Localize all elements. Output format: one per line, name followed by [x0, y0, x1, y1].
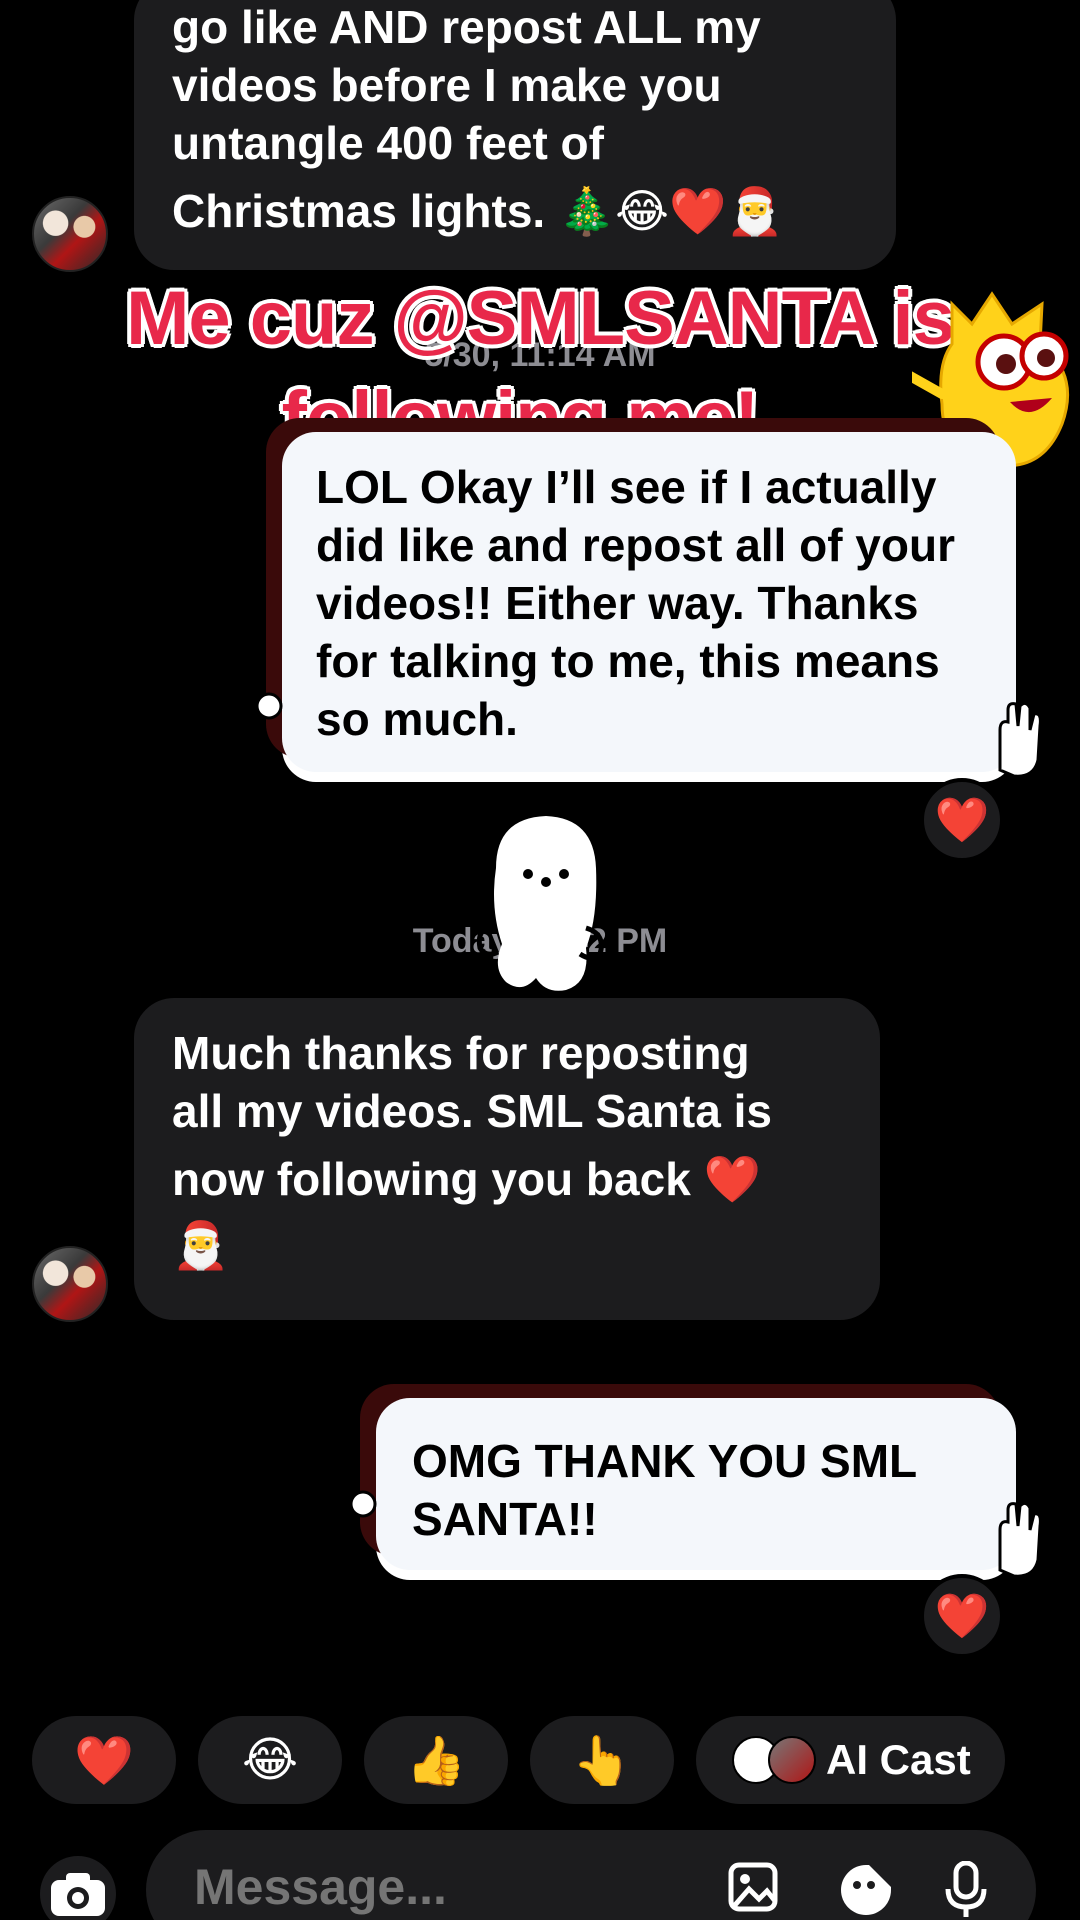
quick-react-heart[interactable]: ❤️: [32, 1716, 176, 1804]
microphone-icon: [945, 1861, 987, 1917]
ai-cast-avatar: [768, 1736, 816, 1784]
ai-cast-button[interactable]: AI Cast: [696, 1716, 1005, 1804]
message-line: Christmas lights. 🎄😂❤️🎅: [172, 185, 784, 237]
message-line: Much thanks for reposting: [172, 1027, 750, 1079]
sticker-button[interactable]: [836, 1860, 896, 1920]
outgoing-message-2[interactable]: OMG THANK YOU SML SANTA!!: [376, 1398, 1016, 1570]
hand-doodle-icon: [998, 701, 1042, 778]
ghost-sticker: [476, 816, 604, 991]
heart-reaction[interactable]: ❤️: [920, 778, 1004, 862]
hand-doodle-icon: [998, 1501, 1042, 1578]
message-line: now following you back ❤️: [172, 1153, 761, 1205]
sender-avatar[interactable]: [32, 196, 108, 272]
camera-button[interactable]: [40, 1856, 116, 1920]
microphone-button[interactable]: [936, 1860, 996, 1920]
hand-doodle-icon: [349, 1490, 377, 1518]
hand-doodle-icon: [255, 692, 283, 720]
quick-reactions-bar: ❤️ 😂 👍 👆 AI Cast: [32, 1716, 1005, 1804]
quick-react-thumbs-up[interactable]: 👍: [364, 1716, 508, 1804]
incoming-message-1[interactable]: go like AND repost ALL my videos before …: [134, 0, 896, 270]
quick-react-laugh[interactable]: 😂: [198, 1716, 342, 1804]
sticker-icon: [841, 1865, 891, 1915]
message-composer: [146, 1830, 1036, 1920]
message-line: 🎅: [172, 1219, 230, 1271]
sender-avatar[interactable]: [32, 1246, 108, 1322]
outgoing-message-1[interactable]: LOL Okay I’ll see if I actually did like…: [282, 432, 1016, 772]
message-line: videos before I make you: [172, 59, 722, 111]
message-line: all my videos. SML Santa is: [172, 1085, 772, 1137]
ai-cast-label: AI Cast: [826, 1736, 971, 1783]
heart-reaction[interactable]: ❤️: [920, 1574, 1004, 1658]
camera-icon: [51, 1873, 105, 1916]
quick-react-point-up[interactable]: 👆: [530, 1716, 674, 1804]
gallery-button[interactable]: [726, 1860, 786, 1920]
incoming-message-2[interactable]: Much thanks for reposting all my videos.…: [134, 998, 880, 1320]
ai-cast-avatars: [732, 1736, 816, 1784]
message-text: OMG THANK YOU SML SANTA!!: [412, 1435, 917, 1545]
message-line: go like AND repost ALL my: [172, 1, 761, 53]
message-line: untangle 400 feet of: [172, 117, 604, 169]
message-input[interactable]: [194, 1858, 654, 1916]
message-text: LOL Okay I’ll see if I actually did like…: [316, 461, 955, 745]
gallery-icon: [728, 1862, 778, 1912]
